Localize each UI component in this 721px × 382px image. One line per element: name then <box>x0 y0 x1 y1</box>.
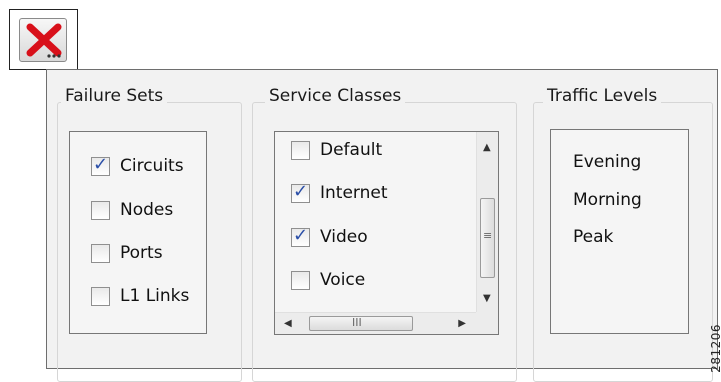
checkbox-internet[interactable]: ✓ Internet <box>291 180 388 206</box>
service-classes-title: Service Classes <box>265 86 406 106</box>
checkbox-nodes[interactable]: Nodes <box>91 197 173 223</box>
checkmark-icon: ✓ <box>293 180 309 202</box>
checkbox[interactable]: ✓ <box>291 224 310 247</box>
checkbox[interactable]: ✓ <box>291 180 310 203</box>
checkbox[interactable] <box>91 243 110 263</box>
scroll-up-arrow-icon[interactable]: ▲ <box>483 142 491 153</box>
checkbox-label: Video <box>320 227 368 247</box>
checkmark-icon: ✓ <box>293 224 309 246</box>
vertical-scroll-thumb[interactable]: ≡ <box>480 198 495 278</box>
filter-panel: Failure Sets ✓ Circuits Nodes Ports L1 L… <box>46 69 718 382</box>
service-classes-list: Default ✓ Internet ✓ Video Voice ▲ ≡ ▼ ◀… <box>274 131 499 335</box>
checkbox-ports[interactable]: Ports <box>91 240 163 266</box>
checkbox-l1-links[interactable]: L1 Links <box>91 283 189 309</box>
traffic-levels-list: Evening Morning Peak <box>550 129 689 334</box>
checkbox[interactable] <box>91 200 110 220</box>
checkbox-label: Default <box>320 140 383 160</box>
close-button[interactable] <box>19 18 67 62</box>
checkbox-label: Circuits <box>120 156 184 176</box>
checkbox-label: Voice <box>320 270 366 290</box>
failure-sets-box: ✓ Circuits Nodes Ports L1 Links <box>69 131 207 334</box>
checkbox-video[interactable]: ✓ Video <box>291 224 368 250</box>
toolbar-frame <box>9 9 78 70</box>
checkbox-label: L1 Links <box>120 286 190 306</box>
failure-sets-title: Failure Sets <box>61 86 168 106</box>
checkbox-circuits[interactable]: ✓ Circuits <box>91 153 184 179</box>
list-item[interactable]: Evening <box>573 152 641 172</box>
list-item[interactable]: Morning <box>573 190 642 210</box>
checkmark-icon: ✓ <box>93 153 109 175</box>
scroll-down-arrow-icon[interactable]: ▼ <box>483 293 491 304</box>
checkbox-label: Internet <box>320 183 388 203</box>
checkbox-default[interactable]: Default <box>291 137 382 163</box>
checkbox[interactable] <box>291 140 310 160</box>
grip-icon: ≡ <box>483 229 493 242</box>
checkbox[interactable]: ✓ <box>91 153 110 176</box>
checkbox[interactable] <box>91 286 110 306</box>
scrollbar-corner <box>476 312 498 334</box>
scroll-left-arrow-icon[interactable]: ◀ <box>284 318 292 329</box>
red-x-icon <box>26 23 62 58</box>
checkbox[interactable] <box>291 270 310 290</box>
scroll-right-arrow-icon[interactable]: ▶ <box>458 318 466 329</box>
vertical-scrollbar[interactable]: ▲ ≡ ▼ <box>476 132 498 312</box>
figure-id-label: 281206 <box>709 324 721 373</box>
traffic-levels-title: Traffic Levels <box>543 86 662 106</box>
horizontal-scrollbar[interactable]: ◀ III ▶ <box>275 312 476 334</box>
horizontal-scroll-thumb[interactable]: III <box>309 316 413 331</box>
checkbox-label: Ports <box>120 243 163 263</box>
grip-icon: III <box>352 316 362 329</box>
checkbox-label: Nodes <box>120 200 174 220</box>
checkbox-voice[interactable]: Voice <box>291 267 365 293</box>
list-item[interactable]: Peak <box>573 227 613 247</box>
